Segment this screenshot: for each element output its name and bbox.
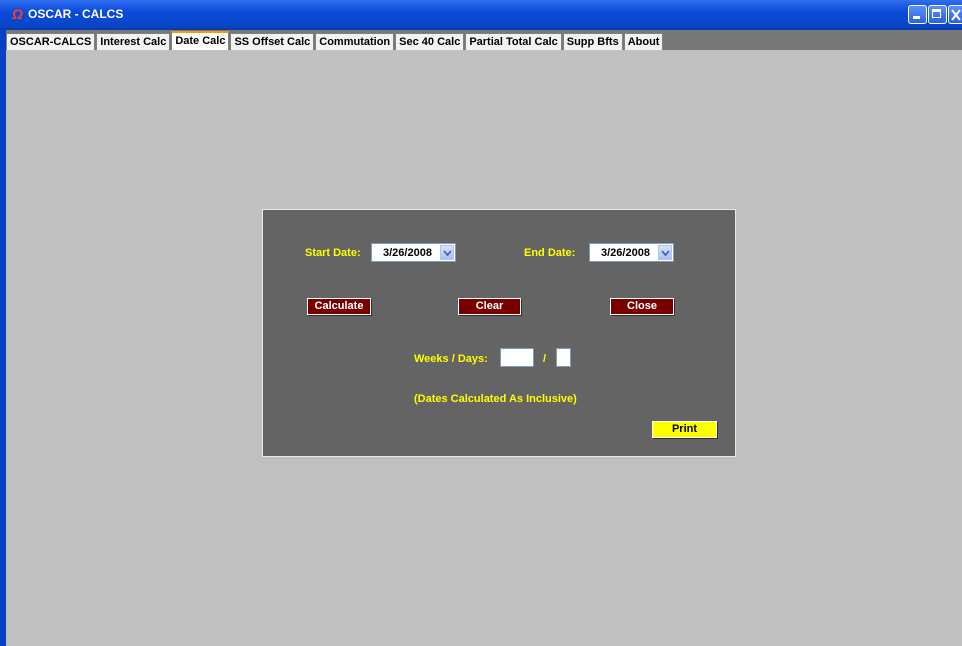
print-button[interactable]: Print	[652, 421, 717, 438]
weeks-days-label: Weeks / Days:	[414, 353, 488, 365]
close-window-button[interactable]	[948, 5, 962, 24]
start-date-value: 3/26/2008	[383, 247, 432, 259]
days-field[interactable]	[556, 348, 571, 367]
close-button[interactable]: Close	[610, 298, 674, 315]
date-calc-panel: Start Date: 3/26/2008 End Date: 3/26/200…	[262, 209, 736, 457]
end-date-picker[interactable]: 3/26/2008	[589, 243, 674, 262]
weeks-field[interactable]	[500, 348, 534, 367]
tab-ss-offset-calc[interactable]: SS Offset Calc	[230, 33, 315, 50]
start-date-picker[interactable]: 3/26/2008	[371, 243, 456, 262]
app-icon: Ω	[12, 6, 23, 22]
minimize-button[interactable]	[908, 5, 927, 24]
tab-sec-40-calc[interactable]: Sec 40 Calc	[395, 33, 465, 50]
start-date-label: Start Date:	[305, 247, 361, 259]
tab-bar: OSCAR-CALCS Interest Calc Date Calc SS O…	[6, 31, 664, 51]
tab-supp-bfts[interactable]: Supp Bfts	[562, 33, 623, 50]
tab-interest-calc[interactable]: Interest Calc	[96, 33, 171, 50]
tab-commutation[interactable]: Commutation	[315, 33, 395, 50]
tab-date-calc[interactable]: Date Calc	[171, 31, 230, 51]
tab-partial-total-calc[interactable]: Partial Total Calc	[465, 33, 562, 50]
chevron-down-icon	[661, 250, 670, 256]
weeks-days-separator: /	[543, 353, 547, 365]
tab-about[interactable]: About	[623, 33, 664, 50]
title-bar: Ω OSCAR - CALCS	[0, 0, 962, 30]
close-icon	[951, 9, 961, 21]
end-date-dropdown-button[interactable]	[658, 245, 672, 260]
start-date-dropdown-button[interactable]	[440, 245, 454, 260]
calculate-button[interactable]: Calculate	[307, 298, 371, 315]
chevron-down-icon	[443, 250, 452, 256]
maximize-button[interactable]	[928, 5, 947, 24]
clear-button[interactable]: Clear	[458, 298, 521, 315]
tab-oscar-calcs[interactable]: OSCAR-CALCS	[6, 33, 96, 50]
end-date-label: End Date:	[524, 247, 576, 259]
inclusive-note: (Dates Calculated As Inclusive)	[414, 393, 577, 405]
end-date-value: 3/26/2008	[601, 247, 650, 259]
window-title: OSCAR - CALCS	[28, 7, 124, 21]
